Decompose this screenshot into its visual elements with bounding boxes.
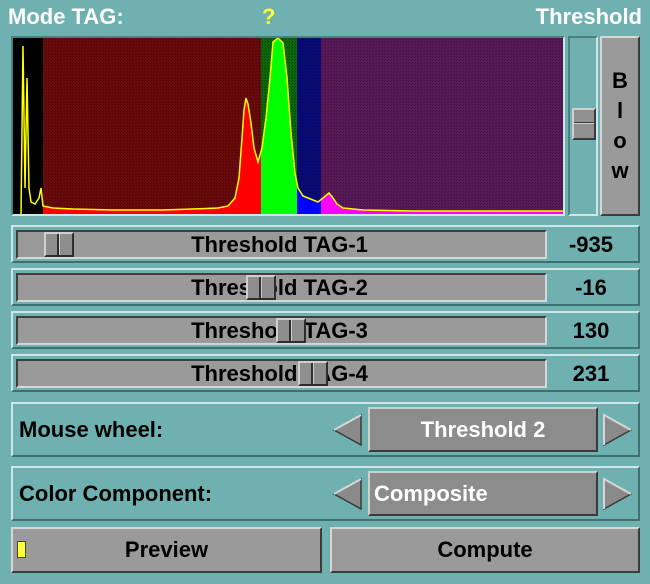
color-component-label: Color Component: (19, 481, 213, 506)
blow-letter: l (616, 98, 624, 123)
threshold-label-1: Threshold TAG-1 (191, 232, 368, 257)
color-component-value[interactable]: Composite (368, 471, 598, 516)
threshold-label-4: Threshold TAG-4 (191, 361, 368, 386)
threshold-slider-4-thumb[interactable] (298, 361, 328, 386)
histogram-panel[interactable] (11, 36, 565, 216)
mode-tag-value: Threshold (535, 4, 642, 29)
threshold-value-3: 130 (572, 318, 610, 343)
threshold-slider-1[interactable]: Threshold TAG-1 (16, 230, 547, 259)
mouse-wheel-value[interactable]: Threshold 2 (368, 407, 598, 452)
histogram-zoom-slider[interactable] (568, 36, 598, 216)
threshold-value-2: -16 (575, 275, 607, 300)
preview-button[interactable]: Preview (11, 527, 322, 573)
threshold-row-2: Threshold TAG-2 -16 (11, 268, 640, 306)
threshold-value-4: 231 (572, 361, 610, 386)
help-button[interactable]: ? (262, 2, 275, 32)
color-component-prev-arrow-icon[interactable] (331, 477, 365, 511)
color-component-next-arrow-icon[interactable] (600, 477, 634, 511)
threshold-value-1: -935 (568, 232, 614, 257)
mouse-wheel-next-arrow-icon[interactable] (600, 413, 634, 447)
blow-letter: o (613, 128, 627, 153)
threshold-slider-2[interactable]: Threshold TAG-2 (16, 273, 547, 302)
color-component-row: Color Component: Composite (11, 466, 640, 521)
threshold-row-4: Threshold TAG-4 231 (11, 354, 640, 392)
compute-button-label: Compute (437, 537, 533, 562)
mouse-wheel-label: Mouse wheel: (19, 417, 164, 442)
threshold-slider-1-thumb[interactable] (44, 232, 74, 257)
histogram-graph (13, 38, 563, 214)
threshold-row-1: Threshold TAG-1 -935 (11, 225, 640, 263)
mouse-wheel-row: Mouse wheel: Threshold 2 (11, 402, 640, 457)
preview-button-label: Preview (124, 537, 209, 562)
compute-button[interactable]: Compute (330, 527, 640, 573)
blow-letter: B (612, 68, 628, 93)
blow-letter: w (611, 158, 629, 183)
mouse-wheel-prev-arrow-icon[interactable] (331, 413, 365, 447)
preview-indicator-led (17, 541, 26, 558)
threshold-slider-2-thumb[interactable] (246, 275, 276, 300)
blow-button[interactable]: B l o w (600, 36, 640, 216)
threshold-slider-3-thumb[interactable] (276, 318, 306, 343)
histogram-zoom-slider-thumb[interactable] (572, 108, 596, 140)
mode-tag-label: Mode TAG: (8, 4, 124, 29)
threshold-slider-4[interactable]: Threshold TAG-4 (16, 359, 547, 388)
threshold-slider-3[interactable]: Threshold TAG-3 (16, 316, 547, 345)
threshold-label-2: Threshold TAG-2 (191, 275, 368, 300)
threshold-row-3: Threshold TAG-3 130 (11, 311, 640, 349)
